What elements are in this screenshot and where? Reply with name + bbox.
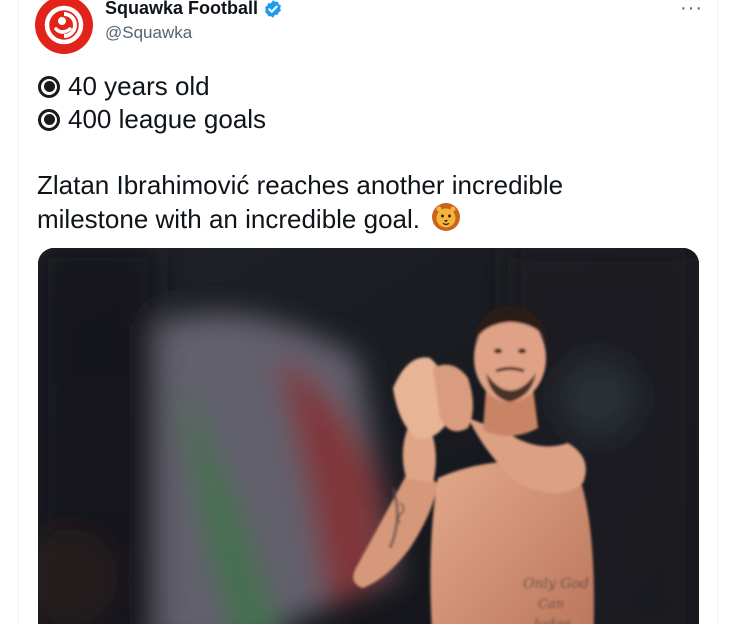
paragraph-line-text: milestone with an incredible goal. [37,204,420,234]
svg-text:Can: Can [538,597,564,612]
tweet-media-photo[interactable]: Only God Can Judge [38,248,699,624]
bullet-line: 400 league goals [37,103,699,136]
svg-text:Judge: Judge [530,617,571,624]
lion-face-icon [431,202,461,240]
tweet-card[interactable]: Squawka Football @Squawka ··· 40 years o… [18,0,718,624]
bullet-line: 40 years old [37,70,699,103]
squawka-logo-icon [44,5,84,45]
display-name[interactable]: Squawka Football [105,0,258,19]
svg-text:Only God: Only God [523,576,589,592]
tweet-text: 40 years old 400 league goals Zlatan Ibr… [37,70,699,240]
verified-badge-icon [263,0,283,19]
paragraph-line: milestone with an incredible goal. [37,202,699,240]
tweet-paragraph: Zlatan Ibrahimović reaches another incre… [37,169,699,240]
more-dots-icon[interactable]: ··· [680,0,703,18]
bullet-text: 400 league goals [68,104,267,134]
radio-bullet-icon [38,108,60,131]
player-applauding-photo: Only God Can Judge [38,248,699,624]
bullet-text: 40 years old [68,71,210,101]
author-info: Squawka Football @Squawka [105,0,283,43]
radio-bullet-icon [38,75,60,98]
user-handle[interactable]: @Squawka [105,23,283,43]
paragraph-line: Zlatan Ibrahimović reaches another incre… [37,170,564,200]
avatar[interactable] [35,0,93,54]
